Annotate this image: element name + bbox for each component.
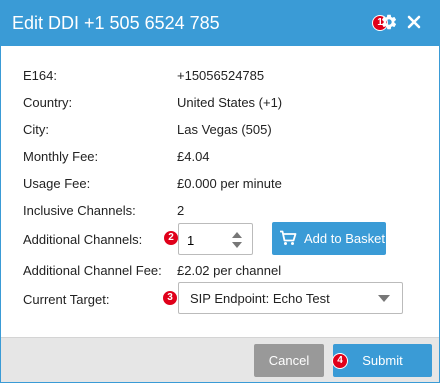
dialog-title: Edit DDI +1 505 6524 785: [12, 13, 220, 33]
chevron-down-icon: [378, 295, 390, 302]
gear-icon[interactable]: [380, 13, 398, 31]
additional-channels-label: Additional Channels:: [23, 232, 143, 247]
stepper-up-icon[interactable]: [232, 232, 242, 238]
dialog-titlebar: Edit DDI +1 505 6524 785 1: [1, 1, 439, 46]
usage-fee-value: £0.000 per minute: [177, 176, 282, 191]
cart-icon: [279, 230, 297, 246]
monthly-fee-value: £4.04: [177, 149, 210, 164]
additional-channel-fee-value: £2.02 per channel: [177, 263, 282, 278]
annotation-badge-2: 2: [163, 230, 179, 246]
additional-channels-input[interactable]: [187, 231, 223, 249]
add-to-basket-button[interactable]: Add to Basket: [272, 222, 386, 255]
inclusive-channels-label: Inclusive Channels:: [23, 203, 136, 218]
add-to-basket-label: Add to Basket: [304, 231, 385, 246]
current-target-select[interactable]: SIP Endpoint: Echo Test: [178, 282, 403, 314]
current-target-value: SIP Endpoint: Echo Test: [190, 291, 330, 306]
country-label: Country:: [23, 95, 73, 110]
e164-value: +15056524785: [177, 68, 265, 83]
city-value: Las Vegas (505): [177, 122, 272, 137]
annotation-badge-4: 4: [332, 353, 348, 369]
e164-label: E164:: [23, 68, 57, 83]
additional-channels-stepper: [178, 223, 253, 255]
current-target-label: Current Target:: [23, 292, 110, 307]
city-label: City:: [23, 122, 49, 137]
additional-channel-fee-label: Additional Channel Fee:: [23, 263, 162, 278]
usage-fee-label: Usage Fee:: [23, 176, 91, 191]
country-value: United States (+1): [177, 95, 283, 110]
inclusive-channels-value: 2: [177, 203, 185, 218]
annotation-badge-3: 3: [162, 290, 178, 306]
edit-ddi-dialog: Edit DDI +1 505 6524 785 1 E164: +150565…: [0, 0, 440, 383]
close-icon[interactable]: [406, 14, 422, 30]
stepper-down-icon[interactable]: [232, 242, 242, 248]
monthly-fee-label: Monthly Fee:: [23, 149, 99, 164]
cancel-button[interactable]: Cancel: [254, 344, 324, 377]
dialog-footer: Cancel Submit 4: [1, 337, 439, 382]
